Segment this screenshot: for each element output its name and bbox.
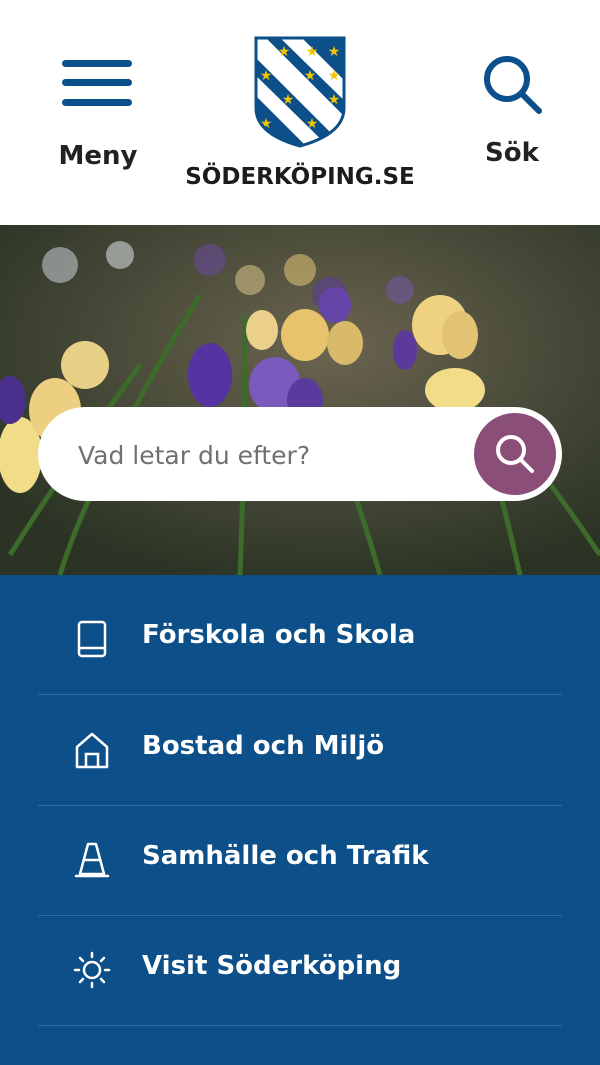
sun-icon: [73, 951, 111, 989]
traffic-cone-icon: [74, 842, 110, 878]
svg-text:★: ★: [328, 44, 341, 60]
search-submit-button[interactable]: [474, 413, 556, 495]
nav-item-label: Visit Söderköping: [142, 951, 402, 981]
crocus-photo: [0, 225, 600, 575]
menu-button[interactable]: Meny: [56, 55, 140, 175]
search-input[interactable]: [76, 429, 470, 481]
logo-text: SÖDERKÖPING.SE: [185, 164, 415, 190]
svg-text:★: ★: [306, 116, 319, 132]
search-label: Sök: [485, 138, 539, 168]
svg-text:★: ★: [306, 44, 319, 60]
svg-text:★: ★: [282, 92, 295, 108]
main-navigation: Förskola och Skola Bostad och Miljö Samh…: [0, 575, 600, 1065]
nav-item-label: Förskola och Skola: [142, 620, 416, 650]
nav-item-label: Bostad och Miljö: [142, 731, 385, 761]
nav-item-label: Samhälle och Trafik: [142, 841, 429, 871]
coat-of-arms-icon: ★ ★ ★ ★ ★ ★ ★ ★ ★ ★: [254, 36, 346, 148]
svg-text:★: ★: [328, 68, 341, 84]
search-icon: [496, 435, 534, 473]
nav-item-visit-soderkoping[interactable]: Visit Söderköping: [38, 915, 562, 1026]
search-button[interactable]: Sök: [476, 52, 548, 172]
svg-text:★: ★: [260, 68, 273, 84]
site-logo[interactable]: ★ ★ ★ ★ ★ ★ ★ ★ ★ ★ SÖDERKÖPING.SE: [180, 30, 420, 195]
svg-text:★: ★: [304, 68, 317, 84]
svg-text:★: ★: [328, 92, 341, 108]
svg-text:★: ★: [278, 44, 291, 60]
nav-item-forskola-och-skola[interactable]: Förskola och Skola: [38, 584, 562, 695]
nav-item-samhalle-och-trafik[interactable]: Samhälle och Trafik: [38, 805, 562, 916]
house-icon: [75, 732, 109, 769]
hamburger-icon: [62, 57, 132, 109]
book-icon: [77, 620, 107, 658]
hero-section: [0, 225, 600, 575]
menu-label: Meny: [58, 141, 138, 171]
search-icon: [484, 56, 542, 114]
site-header: Meny ★ ★ ★ ★ ★ ★ ★ ★ ★ ★ SÖDERKÖPING.SE …: [0, 0, 600, 225]
search-bar: [38, 407, 562, 501]
nav-item-bostad-och-miljo[interactable]: Bostad och Miljö: [38, 695, 562, 806]
